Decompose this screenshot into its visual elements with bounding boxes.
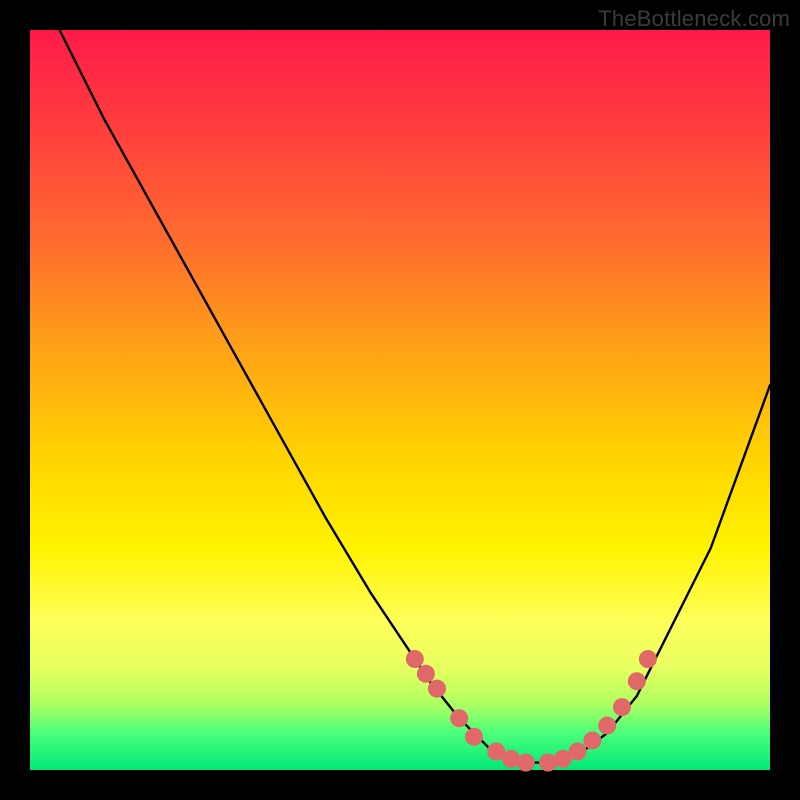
sample-dot: [428, 680, 446, 698]
sample-dot: [639, 650, 657, 668]
sample-dot: [613, 698, 631, 716]
chart-svg: [30, 30, 770, 770]
watermark-text: TheBottleneck.com: [598, 6, 790, 32]
plot-area: [30, 30, 770, 770]
sample-dot: [583, 731, 601, 749]
sample-dot: [406, 650, 424, 668]
sample-dots-group: [406, 650, 657, 772]
sample-dot: [465, 728, 483, 746]
sample-dot: [450, 709, 468, 727]
sample-dot: [628, 672, 646, 690]
chart-frame: TheBottleneck.com: [0, 0, 800, 800]
sample-dot: [417, 665, 435, 683]
sample-dot: [598, 717, 616, 735]
sample-dot: [569, 743, 587, 761]
sample-dot: [517, 754, 535, 772]
